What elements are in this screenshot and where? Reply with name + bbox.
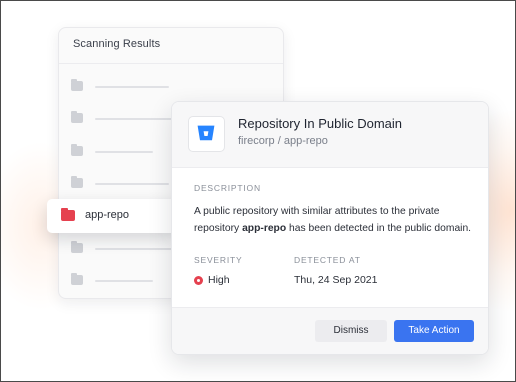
card-subtitle: firecorp / app-repo: [238, 135, 328, 147]
scanning-results-title: Scanning Results: [73, 38, 161, 50]
placeholder-line: [95, 280, 153, 282]
dismiss-button[interactable]: Dismiss: [315, 320, 387, 342]
description-label: DESCRIPTION: [194, 183, 261, 193]
folder-icon: [71, 144, 83, 156]
card-title: Repository In Public Domain: [238, 116, 403, 131]
placeholder-line: [95, 248, 173, 250]
placeholder-line: [95, 151, 153, 153]
repo-item-label: app-repo: [85, 209, 130, 221]
folder-icon: [71, 176, 83, 188]
description-text-part: has been detected in the public domain.: [286, 223, 472, 234]
description-text: A public repository with similar attribu…: [194, 203, 474, 237]
card-header: Repository In Public Domain firecorp / a…: [172, 102, 488, 168]
severity-value: High: [208, 274, 230, 286]
detected-at-label: DETECTED AT: [294, 255, 361, 265]
highlighted-repo-item[interactable]: app-repo: [47, 199, 177, 233]
placeholder-line: [95, 118, 175, 120]
placeholder-line: [95, 86, 169, 88]
red-folder-icon: [61, 208, 75, 221]
bitbucket-icon: [197, 125, 215, 141]
severity-high-icon: [194, 276, 203, 285]
folder-icon: [71, 79, 83, 91]
card-footer: Dismiss Take Action: [172, 307, 488, 354]
panel-divider: [59, 63, 283, 64]
severity-label: SEVERITY: [194, 255, 243, 265]
folder-icon: [71, 273, 83, 285]
screenshot-frame: Scanning Results app-repo Repository In …: [0, 0, 516, 382]
result-row[interactable]: [71, 79, 271, 94]
folder-icon: [71, 241, 83, 253]
repo-logo: [188, 116, 225, 152]
alert-detail-card: Repository In Public Domain firecorp / a…: [171, 101, 489, 355]
folder-icon: [71, 111, 83, 123]
placeholder-line: [95, 183, 169, 185]
description-repo-name: app-repo: [242, 223, 287, 234]
detected-at-value: Thu, 24 Sep 2021: [294, 274, 378, 286]
take-action-button[interactable]: Take Action: [394, 320, 474, 342]
